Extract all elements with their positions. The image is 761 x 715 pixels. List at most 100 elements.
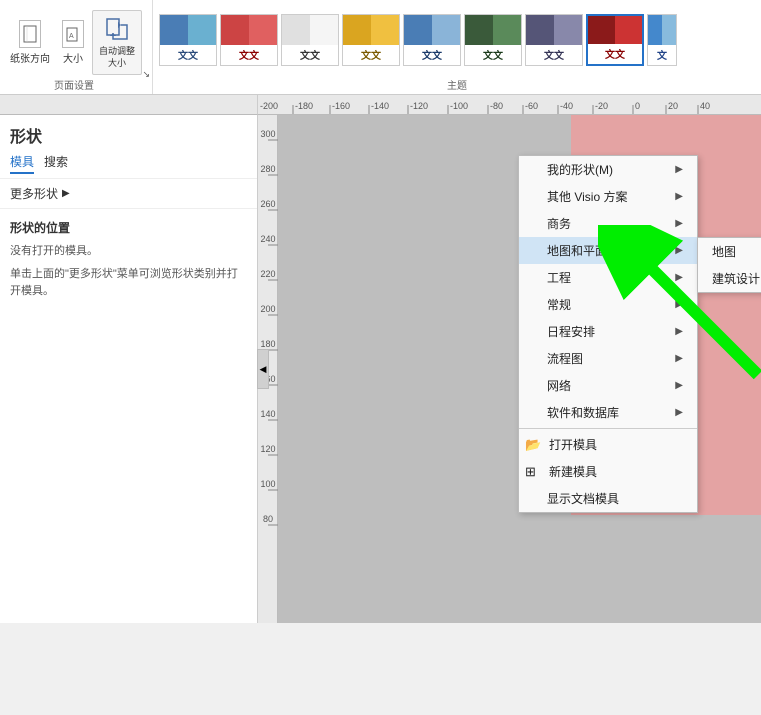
svg-text:260: 260 bbox=[260, 199, 275, 209]
svg-text:A: A bbox=[69, 33, 74, 40]
svg-text:220: 220 bbox=[260, 269, 275, 279]
ctx-schedule[interactable]: 日程安排 ▶ bbox=[519, 318, 697, 345]
ruler-area: -200 -180 -160 -140 -120 -100 -80 -60 -4… bbox=[0, 95, 761, 115]
ctx-software-label: 软件和数据库 bbox=[547, 404, 619, 421]
submenu-architectural[interactable]: 建筑设计图 ▶ bbox=[698, 265, 761, 292]
page-setup-group: 纸张方向 A 大小 自动调整大小 页面设 bbox=[0, 0, 153, 94]
svg-text:140: 140 bbox=[260, 409, 275, 419]
ctx-show-doc-stencil-label: 显示文档模具 bbox=[547, 490, 619, 507]
themes-group-label: 主题 bbox=[159, 75, 755, 92]
tab-search[interactable]: 搜索 bbox=[44, 153, 68, 174]
submenu-maps: 地图 ▶ 建筑设计图 ▶ bbox=[697, 237, 761, 293]
theme-item-8[interactable]: 文文 bbox=[586, 14, 644, 66]
ctx-separator-1 bbox=[519, 428, 697, 429]
svg-text:-60: -60 bbox=[525, 101, 538, 111]
canvas-with-ruler: 300 280 260 240 220 200 180 160 140 120 bbox=[258, 115, 761, 623]
ctx-new-stencil-label: 新建模具 bbox=[547, 463, 597, 480]
left-panel-header: 形状 模具 搜索 bbox=[0, 115, 257, 179]
svg-text:-80: -80 bbox=[490, 101, 503, 111]
location-title: 形状的位置 bbox=[10, 219, 247, 236]
theme-item-3[interactable]: 文文 bbox=[281, 14, 339, 66]
theme-item-7[interactable]: 文文 bbox=[525, 14, 583, 66]
theme-item-2[interactable]: 文文 bbox=[220, 14, 278, 66]
ctx-general[interactable]: 常规 ▶ bbox=[519, 291, 697, 318]
submenu-map-label: 地图 bbox=[712, 243, 736, 260]
theme-6-label: 文文 bbox=[483, 47, 503, 62]
theme-item-4[interactable]: 文文 bbox=[342, 14, 400, 66]
ctx-show-doc-stencil[interactable]: 显示文档模具 bbox=[519, 485, 697, 512]
svg-text:-140: -140 bbox=[371, 101, 389, 111]
theme-1-label: 文文 bbox=[178, 47, 198, 62]
canvas[interactable]: 我的形状(M) ▶ 其他 Visio 方案 ▶ 商务 ▶ 地图和平面布置图 ▶ bbox=[278, 115, 761, 623]
theme-7-label: 文文 bbox=[544, 47, 564, 62]
ctx-my-shapes-arrow: ▶ bbox=[675, 164, 683, 175]
new-stencil-icon: ⊞ bbox=[525, 464, 536, 480]
ctx-engineering-arrow: ▶ bbox=[675, 272, 683, 283]
paper-direction-label: 纸张方向 bbox=[10, 50, 50, 65]
panel-title: 形状 bbox=[10, 123, 247, 147]
ctx-my-shapes-label: 我的形状(M) bbox=[547, 161, 613, 178]
svg-text:-120: -120 bbox=[410, 101, 428, 111]
ctx-software-arrow: ▶ bbox=[675, 407, 683, 418]
theme-item-5[interactable]: 文文 bbox=[403, 14, 461, 66]
ctx-business[interactable]: 商务 ▶ bbox=[519, 210, 697, 237]
context-menu: 我的形状(M) ▶ 其他 Visio 方案 ▶ 商务 ▶ 地图和平面布置图 ▶ bbox=[518, 155, 698, 513]
theme-item-6[interactable]: 文文 bbox=[464, 14, 522, 66]
svg-text:200: 200 bbox=[260, 304, 275, 314]
themes-row: 文文 文文 文文 文文 文文 bbox=[159, 4, 755, 75]
svg-text:240: 240 bbox=[260, 234, 275, 244]
ruler-horizontal: -200 -180 -160 -140 -120 -100 -80 -60 -4… bbox=[258, 95, 761, 115]
submenu-map[interactable]: 地图 ▶ bbox=[698, 238, 761, 265]
ctx-other-visio[interactable]: 其他 Visio 方案 ▶ bbox=[519, 183, 697, 210]
open-stencil-icon: 📂 bbox=[525, 437, 541, 453]
left-panel-tabs: 模具 搜索 bbox=[10, 153, 247, 174]
no-model-text: 没有打开的模具。 bbox=[10, 242, 247, 258]
ruler-corner bbox=[0, 95, 258, 115]
page-setup-label: 页面设置 bbox=[54, 75, 94, 92]
svg-text:180: 180 bbox=[260, 339, 275, 349]
ctx-network[interactable]: 网络 ▶ bbox=[519, 372, 697, 399]
ctx-general-label: 常规 bbox=[547, 296, 571, 313]
theme-item-1[interactable]: 文文 bbox=[159, 14, 217, 66]
more-shapes-button[interactable]: 更多形状 ▶ bbox=[0, 179, 257, 209]
theme-2-label: 文文 bbox=[239, 47, 259, 62]
paper-direction-button[interactable]: 纸张方向 bbox=[6, 18, 54, 67]
ctx-my-shapes[interactable]: 我的形状(M) ▶ bbox=[519, 156, 697, 183]
auto-adjust-button[interactable]: 自动调整大小 bbox=[92, 10, 142, 74]
ctx-business-arrow: ▶ bbox=[675, 218, 683, 229]
paper-direction-icon bbox=[19, 20, 41, 48]
ctx-open-stencil[interactable]: 📂 打开模具 bbox=[519, 431, 697, 458]
ctx-general-arrow: ▶ bbox=[675, 299, 683, 310]
ctx-software[interactable]: 软件和数据库 ▶ bbox=[519, 399, 697, 426]
ctx-flowchart-label: 流程图 bbox=[547, 350, 583, 367]
ctx-other-visio-label: 其他 Visio 方案 bbox=[547, 188, 627, 205]
page-setup-expand-icon[interactable]: ↘ bbox=[142, 69, 150, 80]
theme-item-9[interactable]: 文 bbox=[647, 14, 677, 66]
ctx-flowchart[interactable]: 流程图 ▶ bbox=[519, 345, 697, 372]
more-shapes-label: 更多形状 bbox=[10, 185, 58, 202]
ctx-maps[interactable]: 地图和平面布置图 ▶ 地图 ▶ 建筑设计图 ▶ bbox=[519, 237, 697, 264]
theme-9-label: 文 bbox=[657, 47, 667, 62]
svg-text:-40: -40 bbox=[560, 101, 573, 111]
tab-stencil[interactable]: 模具 bbox=[10, 153, 34, 174]
ctx-maps-label: 地图和平面布置图 bbox=[547, 242, 643, 259]
hint-text: 单击上面的"更多形状"菜单可浏览形状类别并打开模具。 bbox=[10, 266, 247, 299]
theme-3-label: 文文 bbox=[300, 47, 320, 62]
svg-text:120: 120 bbox=[260, 444, 275, 454]
svg-text:20: 20 bbox=[668, 101, 678, 111]
panel-location: 形状的位置 没有打开的模具。 单击上面的"更多形状"菜单可浏览形状类别并打开模具… bbox=[0, 209, 257, 309]
svg-text:100: 100 bbox=[260, 479, 275, 489]
auto-adjust-label: 自动调整大小 bbox=[99, 46, 135, 69]
svg-text:-20: -20 bbox=[595, 101, 608, 111]
size-button[interactable]: A 大小 bbox=[58, 18, 88, 67]
theme-8-label: 文文 bbox=[605, 46, 625, 61]
main-area: 形状 模具 搜索 更多形状 ▶ 形状的位置 没有打开的模具。 单击上面的"更多形… bbox=[0, 115, 761, 623]
ctx-engineering[interactable]: 工程 ▶ bbox=[519, 264, 697, 291]
auto-adjust-icon bbox=[103, 15, 131, 46]
ctx-network-arrow: ▶ bbox=[675, 380, 683, 391]
ctx-new-stencil[interactable]: ⊞ 新建模具 bbox=[519, 458, 697, 485]
panel-collapse-button[interactable]: ◀ bbox=[257, 349, 269, 389]
themes-group: 文文 文文 文文 文文 文文 bbox=[153, 0, 761, 94]
ctx-maps-arrow: ▶ bbox=[675, 245, 683, 256]
svg-text:-160: -160 bbox=[332, 101, 350, 111]
